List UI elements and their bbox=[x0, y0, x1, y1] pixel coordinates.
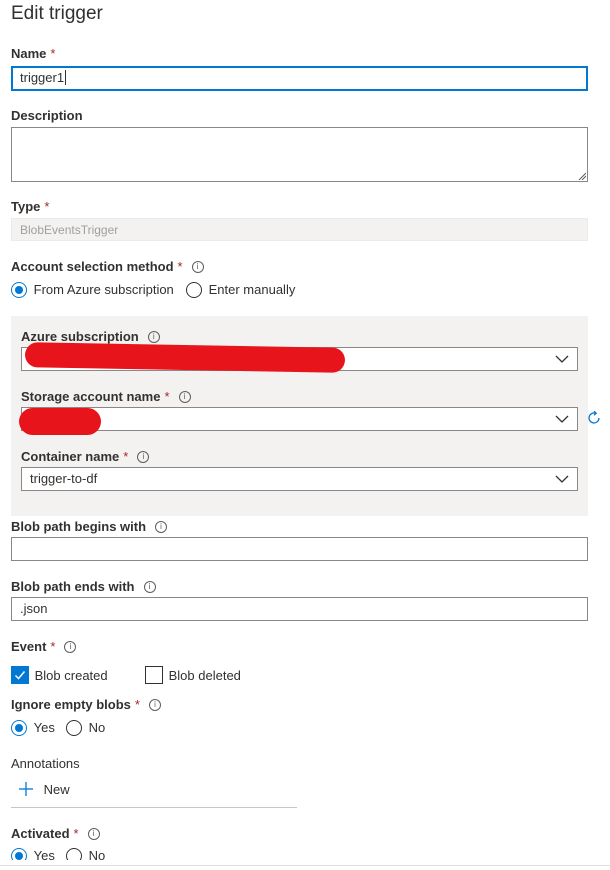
radio-from-azure-subscription[interactable]: From Azure subscription bbox=[11, 282, 174, 298]
storage-account-dropdown[interactable] bbox=[21, 407, 578, 431]
blob-begins-label: Blob path begins with i bbox=[11, 519, 168, 534]
name-label: Name * bbox=[11, 46, 55, 61]
checkmark-icon bbox=[14, 671, 26, 680]
event-label: Event * i bbox=[11, 639, 77, 654]
new-annotation-button[interactable]: New bbox=[18, 781, 70, 797]
activated-options-clip: Yes No bbox=[0, 848, 610, 860]
refresh-icon[interactable] bbox=[586, 410, 602, 426]
chevron-down-icon bbox=[555, 355, 569, 363]
new-annotation-label: New bbox=[43, 782, 70, 797]
radio-ignore-empty-yes[interactable]: Yes bbox=[11, 720, 55, 736]
info-icon[interactable]: i bbox=[155, 521, 168, 533]
radio-ignore-empty-no[interactable]: No bbox=[66, 720, 105, 736]
chevron-down-icon bbox=[555, 475, 569, 483]
blob-begins-label-text: Blob path begins with bbox=[11, 519, 147, 534]
container-name-dropdown[interactable]: trigger-to-df bbox=[21, 467, 578, 491]
radio-label: Yes bbox=[33, 720, 55, 735]
required-mark: * bbox=[44, 199, 50, 214]
storage-account-label-text: Storage account name bbox=[21, 389, 161, 404]
required-mark: * bbox=[164, 389, 170, 404]
checkbox-checked-icon bbox=[11, 666, 29, 684]
container-name-label: Container name * i bbox=[21, 449, 150, 464]
radio-selected-icon bbox=[11, 720, 27, 736]
ignore-empty-label: Ignore empty blobs * i bbox=[11, 697, 161, 712]
description-textarea[interactable] bbox=[11, 127, 588, 182]
type-label-text: Type bbox=[11, 199, 41, 214]
resize-grip-icon[interactable] bbox=[578, 172, 586, 180]
container-name-label-text: Container name bbox=[21, 449, 120, 464]
redaction-mark bbox=[19, 408, 101, 435]
name-label-text: Name bbox=[11, 46, 47, 61]
text-cursor bbox=[65, 70, 67, 85]
info-icon[interactable]: i bbox=[178, 391, 191, 403]
info-icon[interactable]: i bbox=[148, 699, 161, 711]
radio-enter-manually[interactable]: Enter manually bbox=[186, 282, 295, 298]
type-label: Type * bbox=[11, 199, 49, 214]
checkbox-label: Blob created bbox=[34, 668, 108, 683]
blob-ends-input[interactable]: .json bbox=[11, 597, 588, 621]
radio-unselected-icon bbox=[66, 848, 82, 860]
bottom-border bbox=[0, 865, 610, 866]
required-mark: * bbox=[50, 46, 56, 61]
ignore-empty-label-text: Ignore empty blobs bbox=[11, 697, 131, 712]
radio-activated-yes[interactable]: Yes bbox=[11, 848, 55, 860]
annotations-label: Annotations bbox=[11, 756, 80, 771]
radio-selected-icon bbox=[11, 848, 27, 860]
radio-activated-no[interactable]: No bbox=[66, 848, 105, 860]
radio-label: From Azure subscription bbox=[33, 282, 174, 297]
required-mark: * bbox=[123, 449, 129, 464]
required-mark: * bbox=[177, 259, 183, 274]
container-name-value: trigger-to-df bbox=[30, 471, 98, 486]
info-icon[interactable]: i bbox=[64, 641, 77, 653]
storage-account-label: Storage account name * i bbox=[21, 389, 191, 404]
radio-label: Enter manually bbox=[208, 282, 296, 297]
info-icon[interactable]: i bbox=[87, 828, 100, 840]
blob-ends-label: Blob path ends with i bbox=[11, 579, 156, 594]
checkbox-blob-created[interactable]: Blob created bbox=[11, 666, 108, 684]
required-mark: * bbox=[73, 826, 79, 841]
radio-label: No bbox=[88, 848, 106, 860]
page-title: Edit trigger bbox=[11, 3, 103, 24]
plus-icon bbox=[19, 782, 33, 796]
info-icon[interactable]: i bbox=[137, 451, 150, 463]
blob-ends-label-text: Blob path ends with bbox=[11, 579, 135, 594]
required-mark: * bbox=[134, 697, 140, 712]
radio-unselected-icon bbox=[66, 720, 82, 736]
radio-label: No bbox=[88, 720, 106, 735]
description-label: Description bbox=[11, 108, 83, 123]
annotations-divider bbox=[11, 807, 297, 808]
info-icon[interactable]: i bbox=[147, 331, 160, 343]
name-input-value: trigger1 bbox=[20, 70, 65, 85]
info-icon[interactable]: i bbox=[143, 581, 156, 593]
account-selection-label: Account selection method * i bbox=[11, 259, 204, 274]
name-input[interactable]: trigger1 bbox=[11, 66, 588, 91]
radio-selected-icon bbox=[11, 282, 27, 298]
radio-label: Yes bbox=[33, 848, 55, 860]
required-mark: * bbox=[50, 639, 56, 654]
event-label-text: Event bbox=[11, 639, 47, 654]
activated-label-text: Activated bbox=[11, 826, 70, 841]
info-icon[interactable]: i bbox=[191, 261, 204, 273]
checkbox-blob-deleted[interactable]: Blob deleted bbox=[145, 666, 241, 684]
checkbox-unchecked-icon bbox=[145, 666, 163, 684]
checkbox-label: Blob deleted bbox=[168, 668, 241, 683]
radio-unselected-icon bbox=[186, 282, 202, 298]
activated-label: Activated * i bbox=[11, 826, 100, 841]
chevron-down-icon bbox=[555, 415, 569, 423]
blob-begins-input[interactable] bbox=[11, 537, 588, 561]
type-input: BlobEventsTrigger bbox=[11, 218, 588, 241]
account-selection-label-text: Account selection method bbox=[11, 259, 174, 274]
